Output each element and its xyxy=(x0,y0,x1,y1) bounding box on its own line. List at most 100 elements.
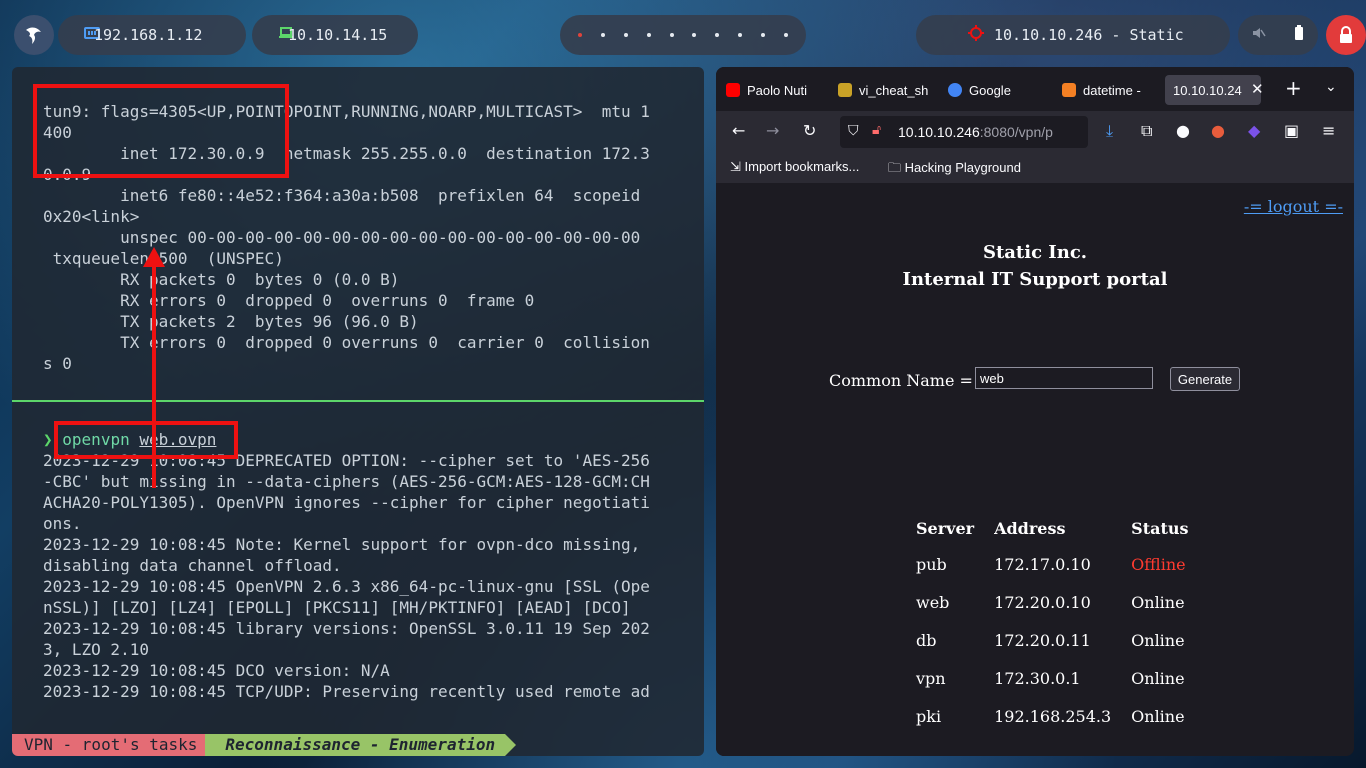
common-name-input[interactable] xyxy=(975,367,1153,389)
column-header: Status xyxy=(1131,518,1189,538)
target-widget[interactable]: 10.10.10.246 - Static xyxy=(916,15,1230,55)
bookmark-hacking-playground[interactable]: 🗀︎ Hacking Playground xyxy=(888,159,1021,181)
page-title: Static Inc. xyxy=(982,242,1088,263)
server-address: 172.20.0.11 xyxy=(994,630,1091,650)
google-icon xyxy=(948,83,962,97)
column-header: Address xyxy=(994,518,1066,538)
terminal-window[interactable]: tun9: flags=4305<UP,POINTOPOINT,RUNNING,… xyxy=(12,67,704,756)
page-content: -= logout =- Static Inc. Internal IT Sup… xyxy=(716,183,1354,756)
battery-icon[interactable] xyxy=(1294,25,1304,45)
tmux-session-name[interactable]: VPN - root's tasks xyxy=(12,734,217,756)
tab-label: Paolo Nuti xyxy=(747,82,807,98)
terminal-line: 0x20<link> xyxy=(43,207,140,226)
server-address: 172.20.0.10 xyxy=(994,592,1091,612)
lock-icon xyxy=(1340,26,1352,43)
server-address: 192.168.254.3 xyxy=(994,706,1112,726)
terminal-line: 3, LZO 2.10 xyxy=(43,640,149,659)
system-tray xyxy=(1238,15,1318,55)
server-name: db xyxy=(916,630,937,650)
pane-divider[interactable] xyxy=(12,400,704,402)
vpn-ip-widget[interactable]: 10.10.14.15 xyxy=(252,15,418,55)
server-address: 172.30.0.1 xyxy=(994,668,1081,688)
local-ip-label: 192.168.1.12 xyxy=(94,26,203,44)
server-name: vpn xyxy=(916,668,946,688)
local-ip-widget[interactable]: 192.168.1.12 xyxy=(58,15,246,55)
close-tab-icon[interactable]: ✕ xyxy=(1251,80,1264,98)
terminal-pane-openvpn[interactable]: ❯ openvpn web.ovpn 2023-12-29 10:08:45 D… xyxy=(12,429,704,702)
workspace-dot[interactable] xyxy=(646,33,651,37)
tab-label: datetime - xyxy=(1083,82,1141,98)
workspace-dot[interactable] xyxy=(692,33,697,37)
insecure-lock-icon[interactable]: 🔓︎ xyxy=(872,122,881,138)
column-header: Server xyxy=(916,518,975,538)
stackoverflow-icon xyxy=(1062,83,1076,97)
extension-icon[interactable]: ● xyxy=(1176,121,1190,140)
workspace-dot[interactable] xyxy=(623,33,628,37)
table-row: db 172.20.0.11 Online xyxy=(912,621,1204,659)
workspace-dot[interactable] xyxy=(669,33,674,37)
back-icon[interactable]: ← xyxy=(732,121,745,140)
server-status: Online xyxy=(1131,592,1185,612)
terminal-line: 2023-12-29 10:08:45 OpenVPN 2.6.3 x86_64… xyxy=(43,577,650,596)
extension-icon[interactable]: ● xyxy=(1211,121,1225,140)
kali-dragon-icon xyxy=(26,27,41,44)
terminal-line: s 0 xyxy=(43,354,72,373)
downloads-icon[interactable]: ⤓ xyxy=(1106,121,1113,141)
tab-label: 10.10.10.24 xyxy=(1173,82,1242,98)
workspace-dot[interactable] xyxy=(783,33,788,37)
bookmark-import[interactable]: ⇲ Import bookmarks... xyxy=(730,159,859,175)
tab-paolo-nuti[interactable]: Paolo Nuti xyxy=(726,75,824,105)
bookmark-label: Import bookmarks... xyxy=(744,159,860,174)
bookmark-label: Hacking Playground xyxy=(904,160,1021,175)
logout-link[interactable]: -= logout =- xyxy=(1244,197,1343,216)
tab-vi-cheat[interactable]: vi_cheat_sh xyxy=(838,75,930,105)
tab-label: vi_cheat_sh xyxy=(859,82,929,98)
extension-icon[interactable]: ◆ xyxy=(1248,121,1260,140)
vpn-ip-label: 10.10.14.15 xyxy=(288,26,388,44)
volume-muted-icon[interactable] xyxy=(1252,26,1266,44)
workspace-dot[interactable] xyxy=(761,33,765,37)
server-status: Online xyxy=(1131,630,1185,650)
table-row: web 172.20.0.10 Online xyxy=(912,583,1204,621)
extension-icon[interactable]: ▣ xyxy=(1284,121,1299,140)
workspace-switcher[interactable] xyxy=(560,15,806,55)
tab-google[interactable]: Google xyxy=(948,75,1040,105)
extensions-icon[interactable]: ⧉ xyxy=(1141,121,1152,141)
workspace-dot[interactable] xyxy=(715,33,720,37)
common-name-label: Common Name = xyxy=(829,371,973,390)
chevron-down-icon[interactable]: ⌄ xyxy=(1325,79,1337,95)
reload-icon[interactable]: ↻ xyxy=(803,121,816,140)
terminal-line: 2023-12-29 10:08:45 TCP/UDP: Preserving … xyxy=(43,682,650,701)
workspace-dot[interactable] xyxy=(578,33,582,37)
server-name: pub xyxy=(916,554,947,574)
terminal-line: RX packets 0 bytes 0 (0.0 B) xyxy=(43,270,400,289)
forward-icon[interactable]: → xyxy=(766,121,779,140)
new-tab-icon[interactable]: + xyxy=(1285,76,1302,100)
page-subtitle: Internal IT Support portal xyxy=(902,269,1168,290)
generate-button[interactable]: Generate xyxy=(1170,367,1240,391)
bookmarks-bar: ⇲ Import bookmarks... 🗀︎ Hacking Playgro… xyxy=(716,153,1354,183)
tab-label: Google xyxy=(969,82,1011,98)
tmux-window-name[interactable]: Reconnaissance - Enumeration xyxy=(205,734,516,756)
terminal-line: 2023-12-29 10:08:45 DCO version: N/A xyxy=(43,661,390,680)
browser-window[interactable]: Paolo Nuti vi_cheat_sh Google datetime -… xyxy=(716,67,1354,756)
youtube-icon xyxy=(726,83,740,97)
nav-toolbar: ← → ↻ 10.10.10.246:8080/vpn/p ⛉ 🔓︎ ⤓ ⧉ ●… xyxy=(716,111,1354,153)
terminal-line: RX errors 0 dropped 0 overruns 0 frame 0 xyxy=(43,291,535,310)
workspace-dot[interactable] xyxy=(600,33,605,37)
tab-active-portal[interactable]: 10.10.10.24 xyxy=(1165,75,1261,105)
crosshair-icon xyxy=(968,25,984,45)
target-label: 10.10.10.246 - Static xyxy=(994,26,1184,44)
server-status: Offline xyxy=(1131,554,1186,574)
tab-strip: Paolo Nuti vi_cheat_sh Google datetime -… xyxy=(716,67,1354,111)
launcher-button[interactable] xyxy=(14,15,54,55)
tmux-status-bar: VPN - root's tasks Reconnaissance - Enum… xyxy=(12,734,704,756)
menu-icon[interactable]: ≡ xyxy=(1322,121,1335,140)
server-name: web xyxy=(916,592,950,612)
terminal-line: 2023-12-29 10:08:45 library versions: Op… xyxy=(43,619,650,638)
lock-button[interactable] xyxy=(1326,15,1366,55)
terminal-line: unspec 00-00-00-00-00-00-00-00-00-00-00-… xyxy=(43,228,641,247)
tab-datetime[interactable]: datetime - xyxy=(1062,75,1154,105)
shield-icon[interactable]: ⛉ xyxy=(848,123,859,139)
workspace-dot[interactable] xyxy=(738,33,743,37)
